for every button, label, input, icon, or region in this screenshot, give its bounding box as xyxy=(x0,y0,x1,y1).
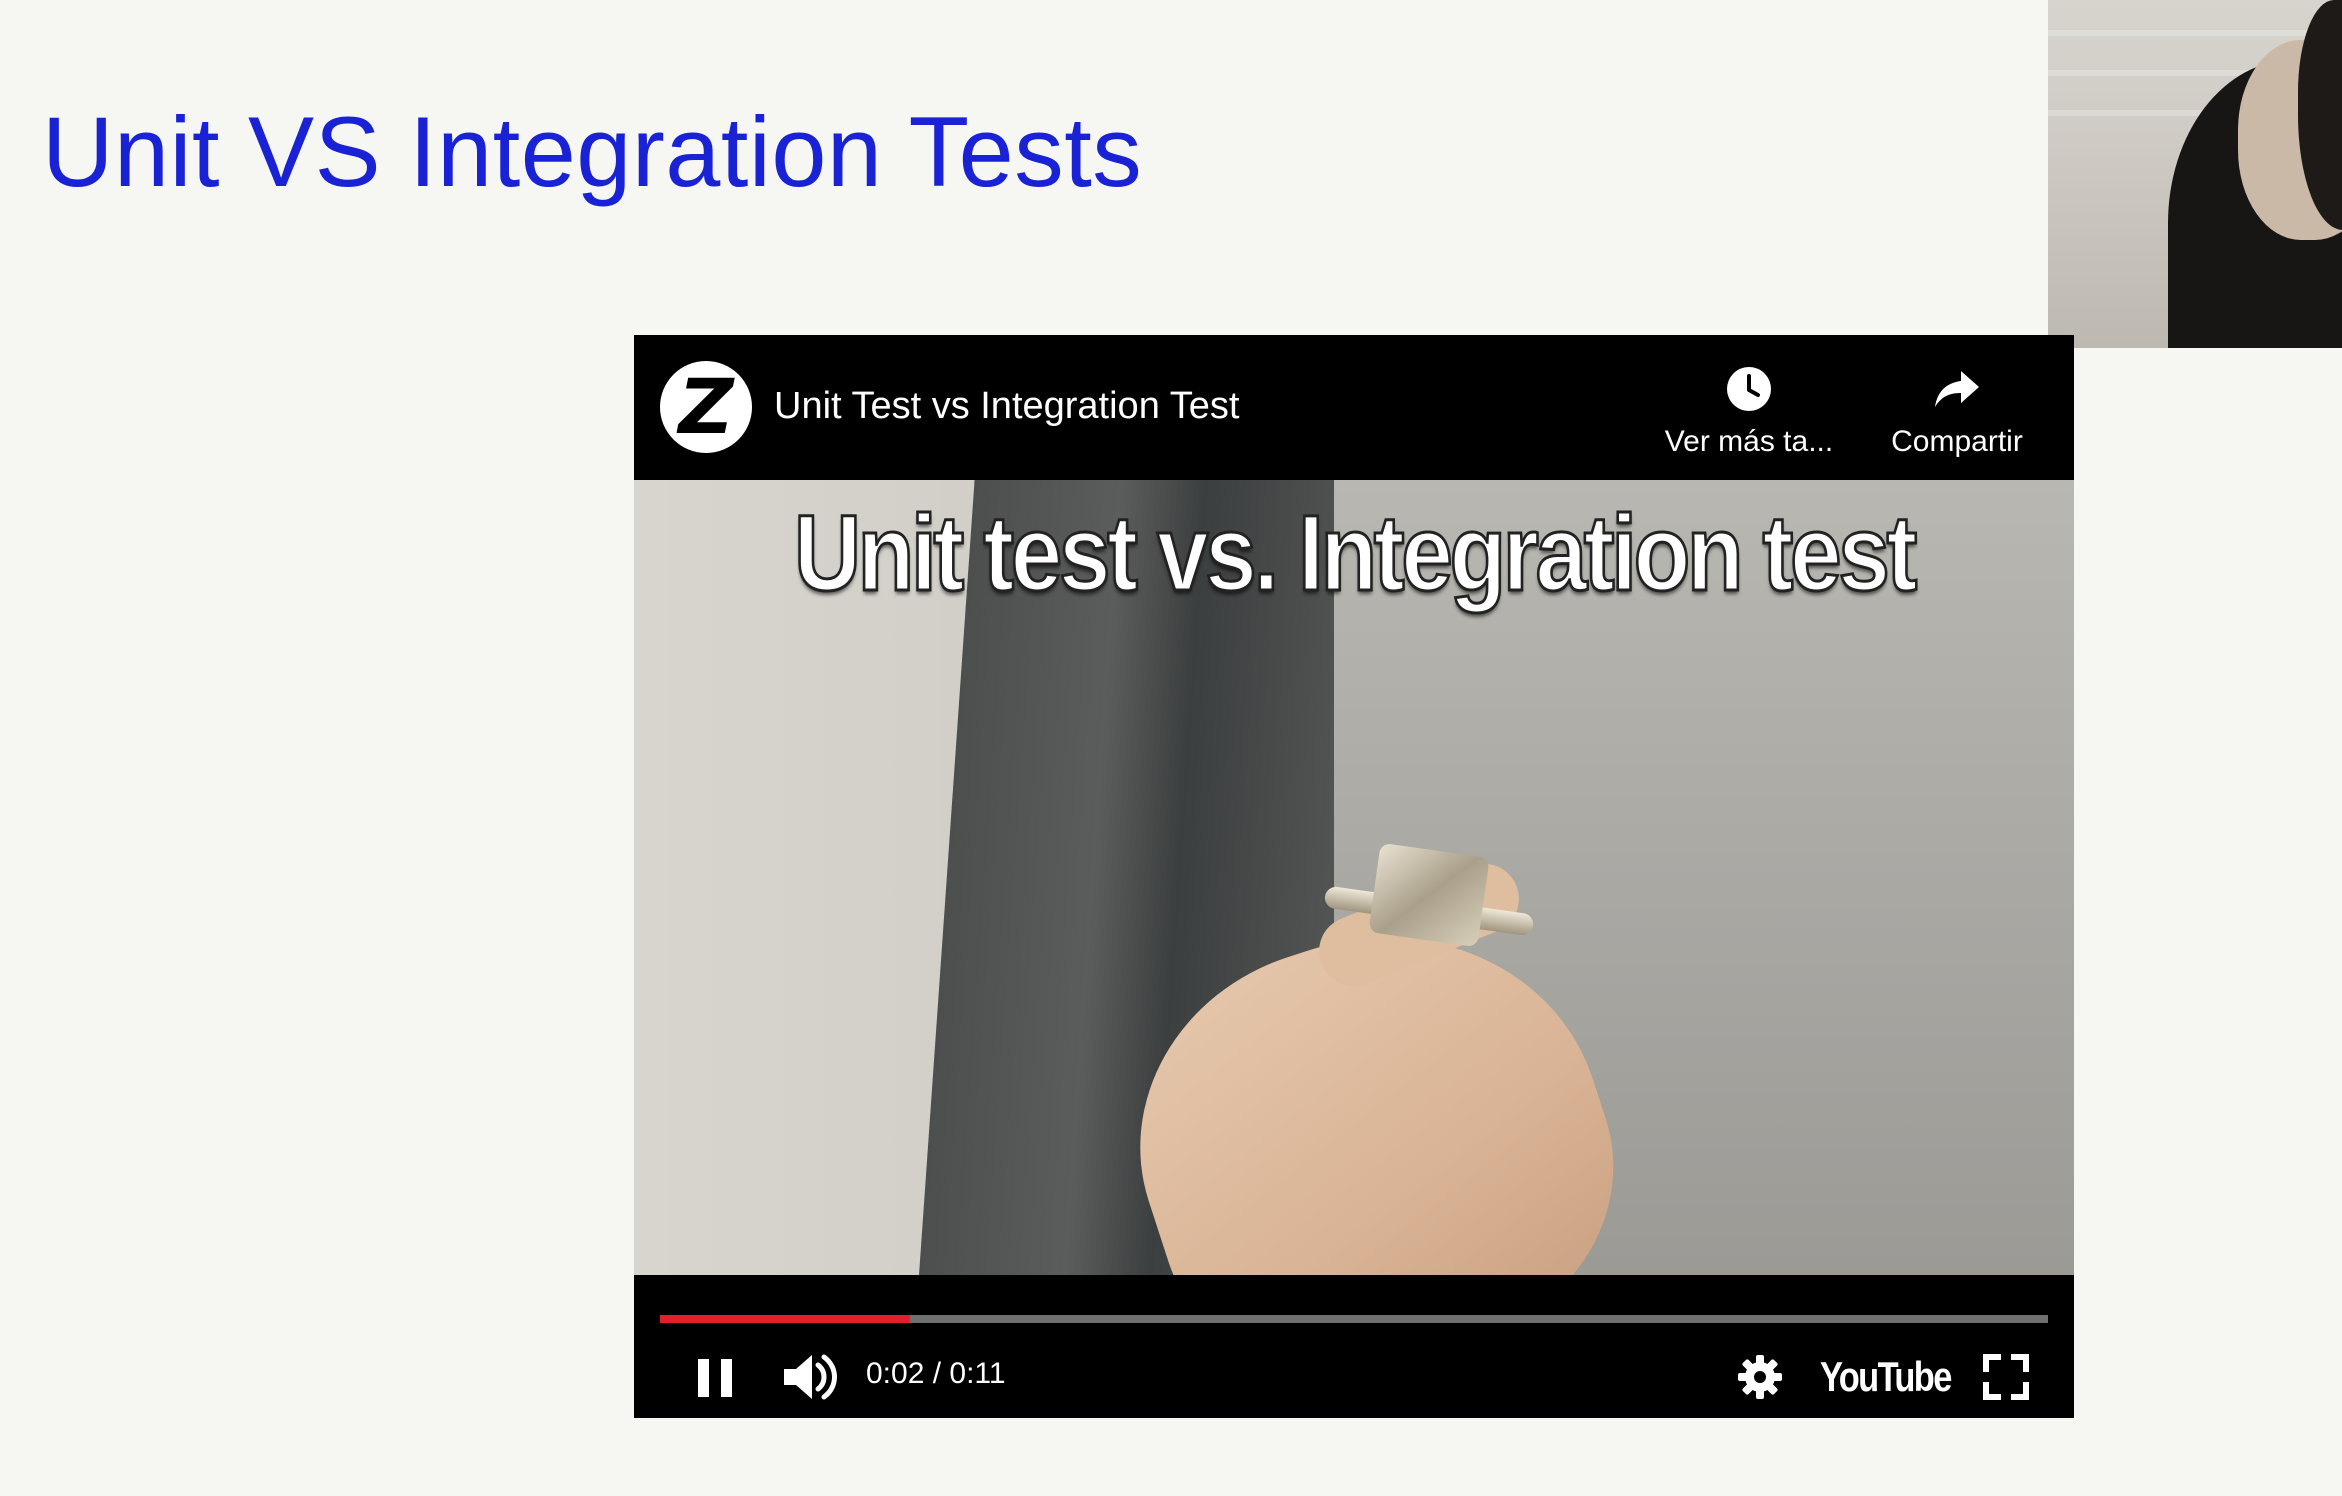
player-controls: 0:02 / 0:11 YouTube xyxy=(634,1275,2074,1418)
gear-icon xyxy=(1738,1355,1782,1399)
share-arrow-icon xyxy=(1935,371,1979,407)
video-player[interactable]: Z Unit Test vs Integration Test Ver más … xyxy=(634,335,2074,1418)
player-header: Z Unit Test vs Integration Test Ver más … xyxy=(634,335,2074,480)
watch-later-button[interactable]: Ver más ta... xyxy=(1654,363,1844,459)
window-blind-slat xyxy=(2048,30,2342,36)
channel-logo-letter: Z xyxy=(678,362,734,451)
fullscreen-icon xyxy=(1983,1354,2029,1400)
share-label: Compartir xyxy=(1891,425,2023,458)
video-frame-caption: Unit test vs. Integration test xyxy=(793,491,1919,615)
clock-icon xyxy=(1727,367,1771,411)
video-hinge xyxy=(1368,842,1490,948)
settings-button[interactable] xyxy=(1734,1351,1786,1403)
time-display: 0:02 / 0:11 xyxy=(866,1357,1006,1390)
progress-bar[interactable] xyxy=(660,1315,2048,1323)
pause-button[interactable] xyxy=(690,1349,740,1405)
youtube-logo[interactable]: YouTube xyxy=(1820,1353,1952,1401)
slide-title: Unit VS Integration Tests xyxy=(42,96,1143,207)
video-title[interactable]: Unit Test vs Integration Test xyxy=(774,385,1239,428)
volume-icon xyxy=(784,1354,837,1400)
pause-icon xyxy=(698,1359,732,1397)
share-button[interactable]: Compartir xyxy=(1862,363,2052,459)
webcam-overlay xyxy=(2048,0,2342,348)
volume-button[interactable] xyxy=(780,1349,840,1405)
fullscreen-button[interactable] xyxy=(1980,1351,2032,1403)
video-frame[interactable]: Unit test vs. Integration test xyxy=(634,480,2074,1275)
progress-played xyxy=(660,1315,910,1323)
channel-logo[interactable]: Z xyxy=(660,361,752,453)
watch-later-label: Ver más ta... xyxy=(1664,425,1834,458)
